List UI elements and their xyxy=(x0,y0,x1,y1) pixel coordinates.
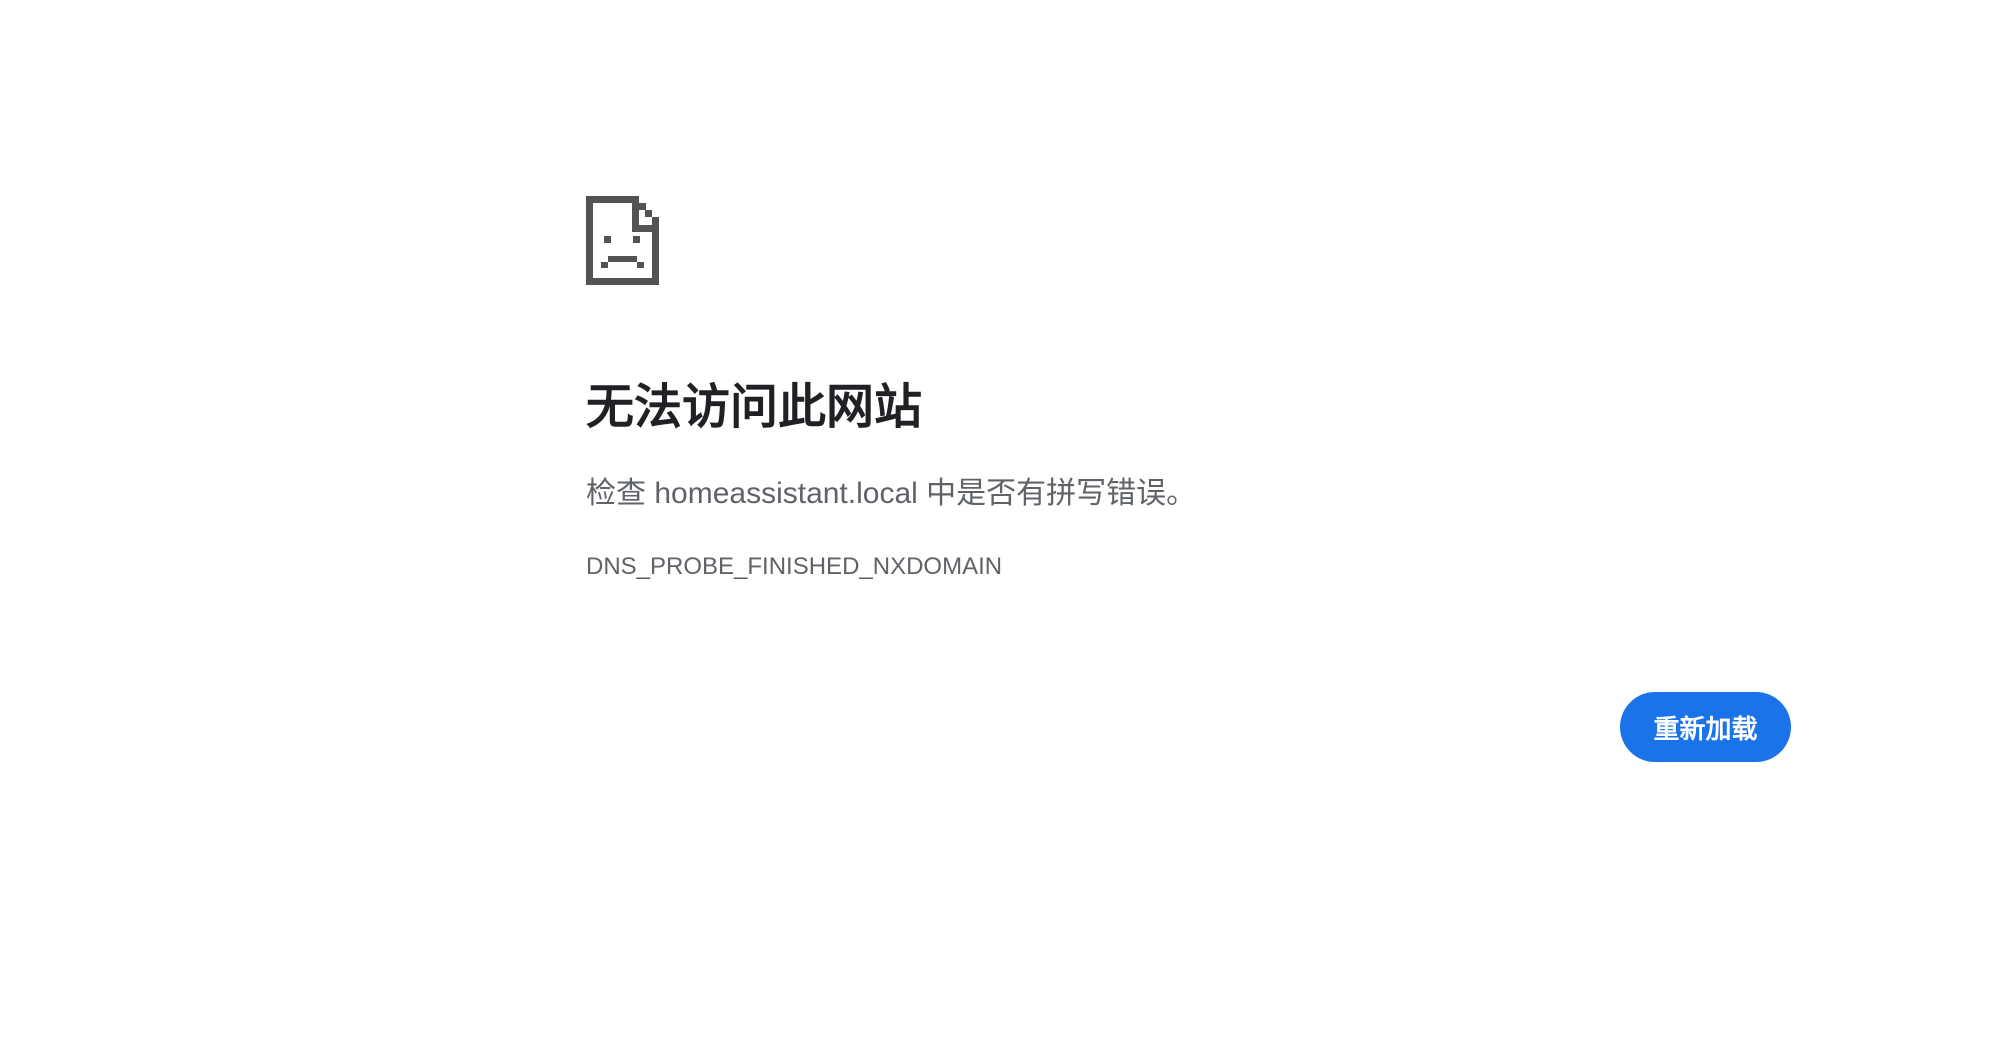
error-title: 无法访问此网站 xyxy=(586,381,923,434)
sad-page-icon xyxy=(586,196,659,285)
reload-button[interactable]: 重新加载 xyxy=(1620,692,1791,762)
error-page: 无法访问此网站 检查 homeassistant.local 中是否有拼写错误。… xyxy=(0,0,2000,1046)
error-summary: 检查 homeassistant.local 中是否有拼写错误。 xyxy=(586,477,1197,510)
error-code: DNS_PROBE_FINISHED_NXDOMAIN xyxy=(586,553,1003,580)
